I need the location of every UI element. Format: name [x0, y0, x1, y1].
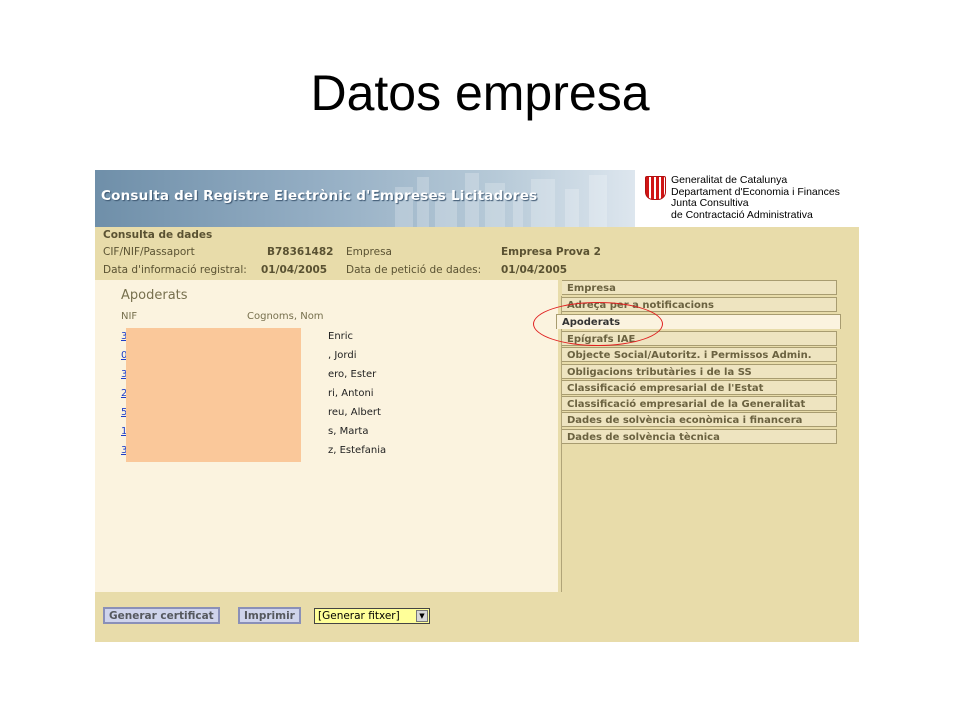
- apoderat-name: z, Estefania: [328, 445, 387, 456]
- generar-fitxer-value: [Generar fitxer]: [318, 610, 400, 622]
- data-info-label: Data d'informació registral:: [103, 264, 247, 276]
- tab-classificacio-estat[interactable]: Classificació empresarial de l'Estat: [562, 380, 837, 395]
- slide-title: Datos empresa: [310, 65, 650, 121]
- dropdown-arrow-icon[interactable]: ▼: [416, 610, 428, 622]
- tab-obligacions-tributaries[interactable]: Obligacions tributàries i de la SS: [562, 364, 837, 379]
- redaction-block: [126, 328, 301, 462]
- data-peticio-label: Data de petició de dades:: [346, 264, 482, 276]
- organization-name: Generalitat de Catalunya Departament d'E…: [671, 174, 840, 221]
- tab-classificacio-generalitat[interactable]: Classificació empresarial de la Generali…: [562, 396, 837, 411]
- section-title: Consulta de dades: [103, 229, 213, 241]
- tab-solvencia-economica[interactable]: Dades de solvència econòmica i financera: [562, 412, 837, 427]
- generar-fitxer-select[interactable]: [Generar fitxer] ▼: [314, 608, 430, 624]
- tab-empresa[interactable]: Empresa: [562, 280, 837, 295]
- generalitat-logo-icon: [645, 176, 666, 200]
- cif-label: CIF/NIF/Passaport: [103, 246, 195, 258]
- imprimir-button[interactable]: Imprimir: [238, 607, 301, 624]
- apoderat-name: ero, Ester: [328, 369, 377, 380]
- app-title: Consulta del Registre Electrònic d'Empre…: [101, 188, 538, 204]
- panel-title: Apoderats: [121, 288, 188, 303]
- column-header-name: Cognoms, Nom: [247, 311, 324, 322]
- apoderat-name: s, Marta: [328, 426, 369, 437]
- data-peticio-value: 01/04/2005: [501, 264, 568, 276]
- app-window: Consulta del Registre Electrònic d'Empre…: [95, 170, 859, 642]
- generar-certificat-button[interactable]: Generar certificat: [103, 607, 220, 624]
- apoderat-name: , Jordi: [328, 350, 357, 361]
- banner-image: Consulta del Registre Electrònic d'Empre…: [95, 170, 635, 227]
- apoderat-name: ri, Antoni: [328, 388, 374, 399]
- empresa-label: Empresa: [346, 246, 392, 258]
- cif-value: B78361482: [267, 246, 334, 258]
- empresa-value: Empresa Prova 2: [501, 246, 601, 258]
- apoderat-name: reu, Albert: [328, 407, 381, 418]
- banner: Consulta del Registre Electrònic d'Empre…: [95, 170, 859, 227]
- tab-objecte-social[interactable]: Objecte Social/Autoritz. i Permissos Adm…: [562, 347, 837, 362]
- apoderats-panel: Apoderats NIF Cognoms, Nom 3 Enric 0 , J…: [95, 280, 558, 592]
- highlight-circle: [533, 302, 663, 346]
- apoderat-name: Enric: [328, 331, 354, 342]
- tab-solvencia-tecnica[interactable]: Dades de solvència tècnica: [562, 429, 837, 444]
- column-header-nif: NIF: [121, 311, 138, 322]
- data-info-value: 01/04/2005: [261, 264, 328, 276]
